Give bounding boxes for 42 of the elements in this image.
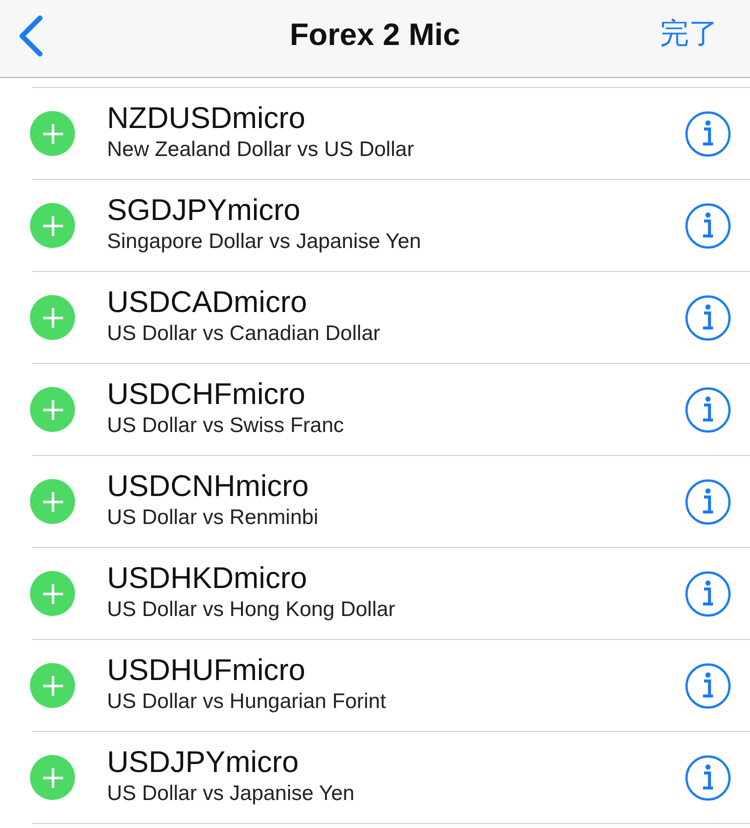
nav-title: Forex 2 Mic	[290, 16, 460, 52]
info-icon	[685, 662, 731, 708]
info-icon	[685, 754, 731, 800]
symbol-description: US Dollar vs Japanise Yen	[107, 781, 356, 806]
plus-icon	[42, 398, 64, 420]
done-button[interactable]: 完了	[660, 14, 718, 54]
info-icon	[685, 386, 731, 432]
symbol-name: USDCHFmicro	[107, 377, 306, 413]
info-icon	[685, 110, 731, 156]
symbol-description: US Dollar vs Swiss Franc	[107, 413, 345, 438]
plus-icon	[42, 122, 64, 144]
info-button[interactable]	[685, 754, 731, 800]
symbol-description: US Dollar vs Renminbi	[107, 505, 320, 530]
symbol-name: SGDJPYmicro	[107, 193, 302, 229]
symbol-description: Singapore Dollar vs Japanise Yen	[107, 229, 422, 254]
info-button[interactable]	[685, 386, 731, 432]
symbol-name: USDCADmicro	[107, 285, 308, 321]
plus-icon	[42, 306, 64, 328]
info-icon	[685, 570, 731, 616]
symbol-description: US Dollar vs Hong Kong Dollar	[107, 597, 396, 622]
info-button[interactable]	[685, 294, 731, 340]
plus-icon	[42, 582, 64, 604]
symbol-name: USDHKDmicro	[107, 561, 308, 597]
symbol-name: USDHUFmicro	[107, 653, 306, 689]
symbol-description: US Dollar vs Hungarian Forint	[107, 689, 387, 714]
symbol-name: NZDUSDmicro	[107, 101, 306, 137]
plus-icon	[42, 214, 64, 236]
info-icon	[685, 294, 731, 340]
symbol-name: USDCNHmicro	[107, 469, 310, 505]
info-button[interactable]	[685, 202, 731, 248]
symbol-name: USDJPYmicro	[107, 745, 300, 781]
plus-icon	[42, 674, 64, 696]
info-button[interactable]	[685, 110, 731, 156]
info-button[interactable]	[685, 570, 731, 616]
info-button[interactable]	[685, 662, 731, 708]
symbol-description: US Dollar vs Canadian Dollar	[107, 321, 382, 346]
plus-icon	[42, 766, 64, 788]
info-button[interactable]	[685, 478, 731, 524]
info-icon	[685, 202, 731, 248]
symbol-description: New Zealand Dollar vs US Dollar	[107, 137, 415, 162]
info-icon	[685, 478, 731, 524]
plus-icon	[42, 490, 64, 512]
